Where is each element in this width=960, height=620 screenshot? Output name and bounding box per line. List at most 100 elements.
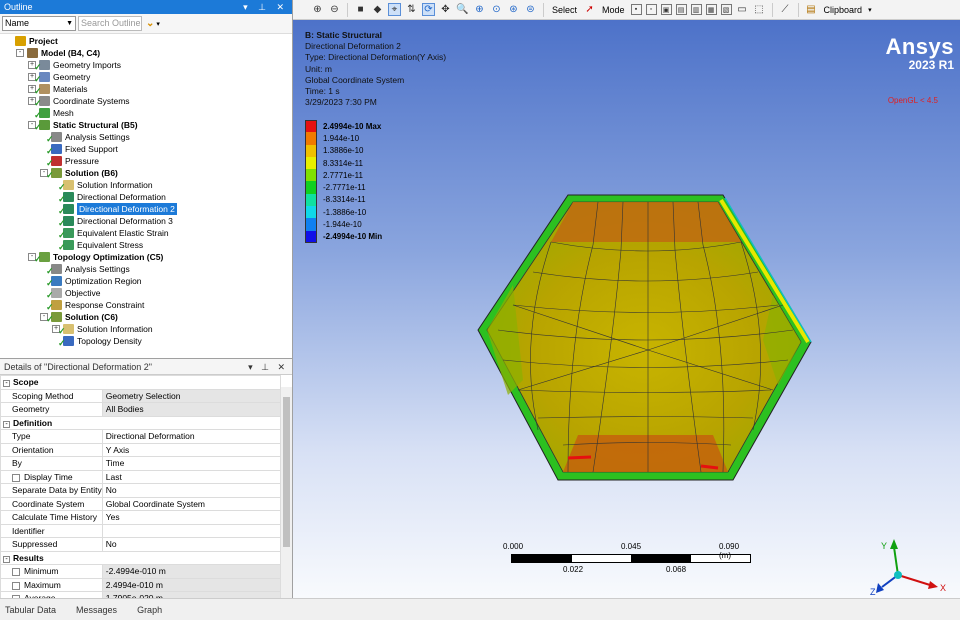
property-value[interactable]: Geometry Selection <box>101 388 282 403</box>
zoom-icon[interactable]: 🔍 <box>456 3 469 16</box>
pan-icon[interactable]: ⇅ <box>405 3 418 16</box>
solid-view-icon[interactable]: ■ <box>354 3 367 16</box>
clipboard-dropdown-icon[interactable]: ▾ <box>868 6 872 14</box>
details-scrollbar[interactable] <box>281 387 292 599</box>
tree-node[interactable]: -Topology Optimization (C5) <box>28 251 163 265</box>
select-button[interactable]: Select <box>550 5 579 15</box>
property-value[interactable] <box>101 523 282 538</box>
parameter-checkbox[interactable] <box>12 568 20 576</box>
tree-node[interactable]: Directional Deformation 2 <box>52 203 177 217</box>
tree-node[interactable]: Project <box>4 35 58 47</box>
details-row[interactable]: Maximum 2.4994e-010 m <box>0 577 282 592</box>
tree-node[interactable]: +Coordinate Systems <box>28 95 130 109</box>
details-section-header[interactable]: - Definition <box>0 415 281 430</box>
property-value[interactable]: Y Axis <box>101 442 282 457</box>
outline-window-controls[interactable]: ▾ ⊥ ✕ <box>243 0 288 14</box>
property-value[interactable]: Global Coordinate System <box>101 496 282 511</box>
cursor-icon[interactable]: ➚ <box>583 3 596 16</box>
tree-node[interactable]: Analysis Settings <box>40 131 130 145</box>
tree-node[interactable]: Topology Density <box>52 335 142 349</box>
face-select-icon[interactable]: ▣ <box>660 4 672 15</box>
details-row[interactable]: Orientation Y Axis <box>0 442 282 457</box>
property-value[interactable]: Yes <box>101 510 282 525</box>
property-value[interactable]: No <box>101 537 282 552</box>
tree-node[interactable]: +Solution Information <box>52 323 153 337</box>
parameter-checkbox[interactable] <box>12 581 20 590</box>
filter-icon[interactable]: ⌄ <box>146 18 154 29</box>
tree-node[interactable]: Mesh <box>28 107 74 121</box>
node-select-icon[interactable]: ▦ <box>705 4 717 15</box>
filter-dropdown-icon[interactable]: ▾ <box>156 20 160 28</box>
axis-triad[interactable]: X Y Z <box>868 535 948 595</box>
tree-node[interactable]: Pressure <box>40 155 99 169</box>
details-row[interactable]: Separate Data by Entity No <box>0 483 282 498</box>
tab-messages[interactable]: Messages <box>76 605 117 615</box>
tree-node[interactable]: -Solution (B6) <box>40 167 118 181</box>
property-value[interactable]: Time <box>101 456 282 471</box>
details-window-controls[interactable]: ▾ ⊥ ✕ <box>248 359 288 375</box>
property-value[interactable]: No <box>101 483 282 498</box>
collapse-icon[interactable]: - <box>3 380 10 388</box>
tree-node[interactable]: Solution Information <box>52 179 153 193</box>
tab-graph[interactable]: Graph <box>137 605 162 615</box>
collapse-icon[interactable]: - <box>3 420 10 428</box>
details-row[interactable]: By Time <box>0 456 282 471</box>
tree-node[interactable]: Optimization Region <box>40 275 142 289</box>
tree-node[interactable]: -Static Structural (B5) <box>28 119 138 133</box>
zoom-box-icon[interactable]: ⊕ <box>473 3 486 16</box>
collapse-icon[interactable]: - <box>16 49 24 57</box>
tree-node[interactable]: +Materials <box>28 83 87 97</box>
details-row[interactable]: Geometry All Bodies <box>0 402 282 417</box>
box-view-icon[interactable]: ◆ <box>371 3 384 16</box>
tree-node[interactable]: Directional Deformation <box>52 191 166 205</box>
clipboard-button[interactable]: Clipboard <box>822 5 865 15</box>
details-row[interactable]: Scoping Method Geometry Selection <box>0 388 282 403</box>
comment-icon[interactable]: ▭ <box>736 3 749 16</box>
name-select[interactable]: Name ▼ <box>2 16 76 31</box>
hexagonal-model[interactable] <box>473 190 833 490</box>
details-row[interactable]: Display Time Last <box>0 469 282 484</box>
tree-node[interactable]: Directional Deformation 3 <box>52 215 173 229</box>
details-row[interactable]: Coordinate System Global Coordinate Syste… <box>0 496 282 511</box>
rotate-icon[interactable]: ⟳ <box>422 3 435 16</box>
tree-node[interactable]: - Model (B4, C4) <box>16 47 100 59</box>
body-select-icon[interactable]: ▤ <box>675 4 687 15</box>
tree-node[interactable]: -Solution (C6) <box>40 311 118 325</box>
vertex-select-icon[interactable]: ▪ <box>630 4 642 15</box>
property-value[interactable]: Directional Deformation <box>101 429 282 444</box>
magnifier-icon[interactable]: ⊜ <box>524 3 537 16</box>
zoom-out-icon[interactable]: ⊖ <box>328 3 341 16</box>
parameter-checkbox[interactable] <box>12 473 20 482</box>
mode-dropdown[interactable]: Mode <box>600 5 627 15</box>
color-legend[interactable]: 2.4994e-10 Max 1.944e-10 1.3886e-10 8.3314e… <box>305 120 382 243</box>
graph-icon[interactable]: ⟋ <box>779 3 792 16</box>
tree-node[interactable]: +Geometry Imports <box>28 59 121 73</box>
tree-node[interactable]: Response Constraint <box>40 299 144 313</box>
element-select-icon[interactable]: ▥ <box>690 4 702 15</box>
details-row[interactable]: Type Directional Deformation <box>0 429 282 444</box>
scrollbar-thumb[interactable] <box>283 397 290 547</box>
property-value[interactable]: Last <box>101 469 282 484</box>
details-row[interactable]: Calculate Time History Yes <box>0 510 282 525</box>
search-outline-input[interactable]: Search Outline <box>78 16 142 31</box>
tree-node[interactable]: Equivalent Elastic Strain <box>52 227 169 241</box>
tree-node[interactable]: Analysis Settings <box>40 263 130 277</box>
tree-node[interactable]: Equivalent Stress <box>52 239 143 253</box>
details-row[interactable]: Minimum -2.4994e-010 m <box>0 564 282 579</box>
property-value[interactable]: All Bodies <box>101 402 282 417</box>
clipboard-icon[interactable]: ▤ <box>805 3 818 16</box>
extend-select-icon[interactable]: ▧ <box>720 4 732 15</box>
zoom-in-icon[interactable]: ⊕ <box>311 3 324 16</box>
collapse-icon[interactable]: - <box>3 555 10 563</box>
zoom-selection-icon[interactable]: ⊛ <box>507 3 520 16</box>
tree-node[interactable]: +Geometry <box>28 71 90 85</box>
property-value[interactable]: 2.4994e-010 m <box>101 577 282 592</box>
details-row[interactable]: Identifier <box>0 523 282 538</box>
details-row[interactable]: Suppressed No <box>0 537 282 552</box>
details-section-header[interactable]: - Results <box>0 550 281 565</box>
tab-tabular-data[interactable]: Tabular Data <box>5 605 56 615</box>
tag-icon[interactable]: ⬚ <box>753 3 766 16</box>
select-mode-icon[interactable]: ⌖ <box>388 3 401 16</box>
move-icon[interactable]: ✥ <box>439 3 452 16</box>
details-section-header[interactable]: - Scope <box>0 375 281 390</box>
